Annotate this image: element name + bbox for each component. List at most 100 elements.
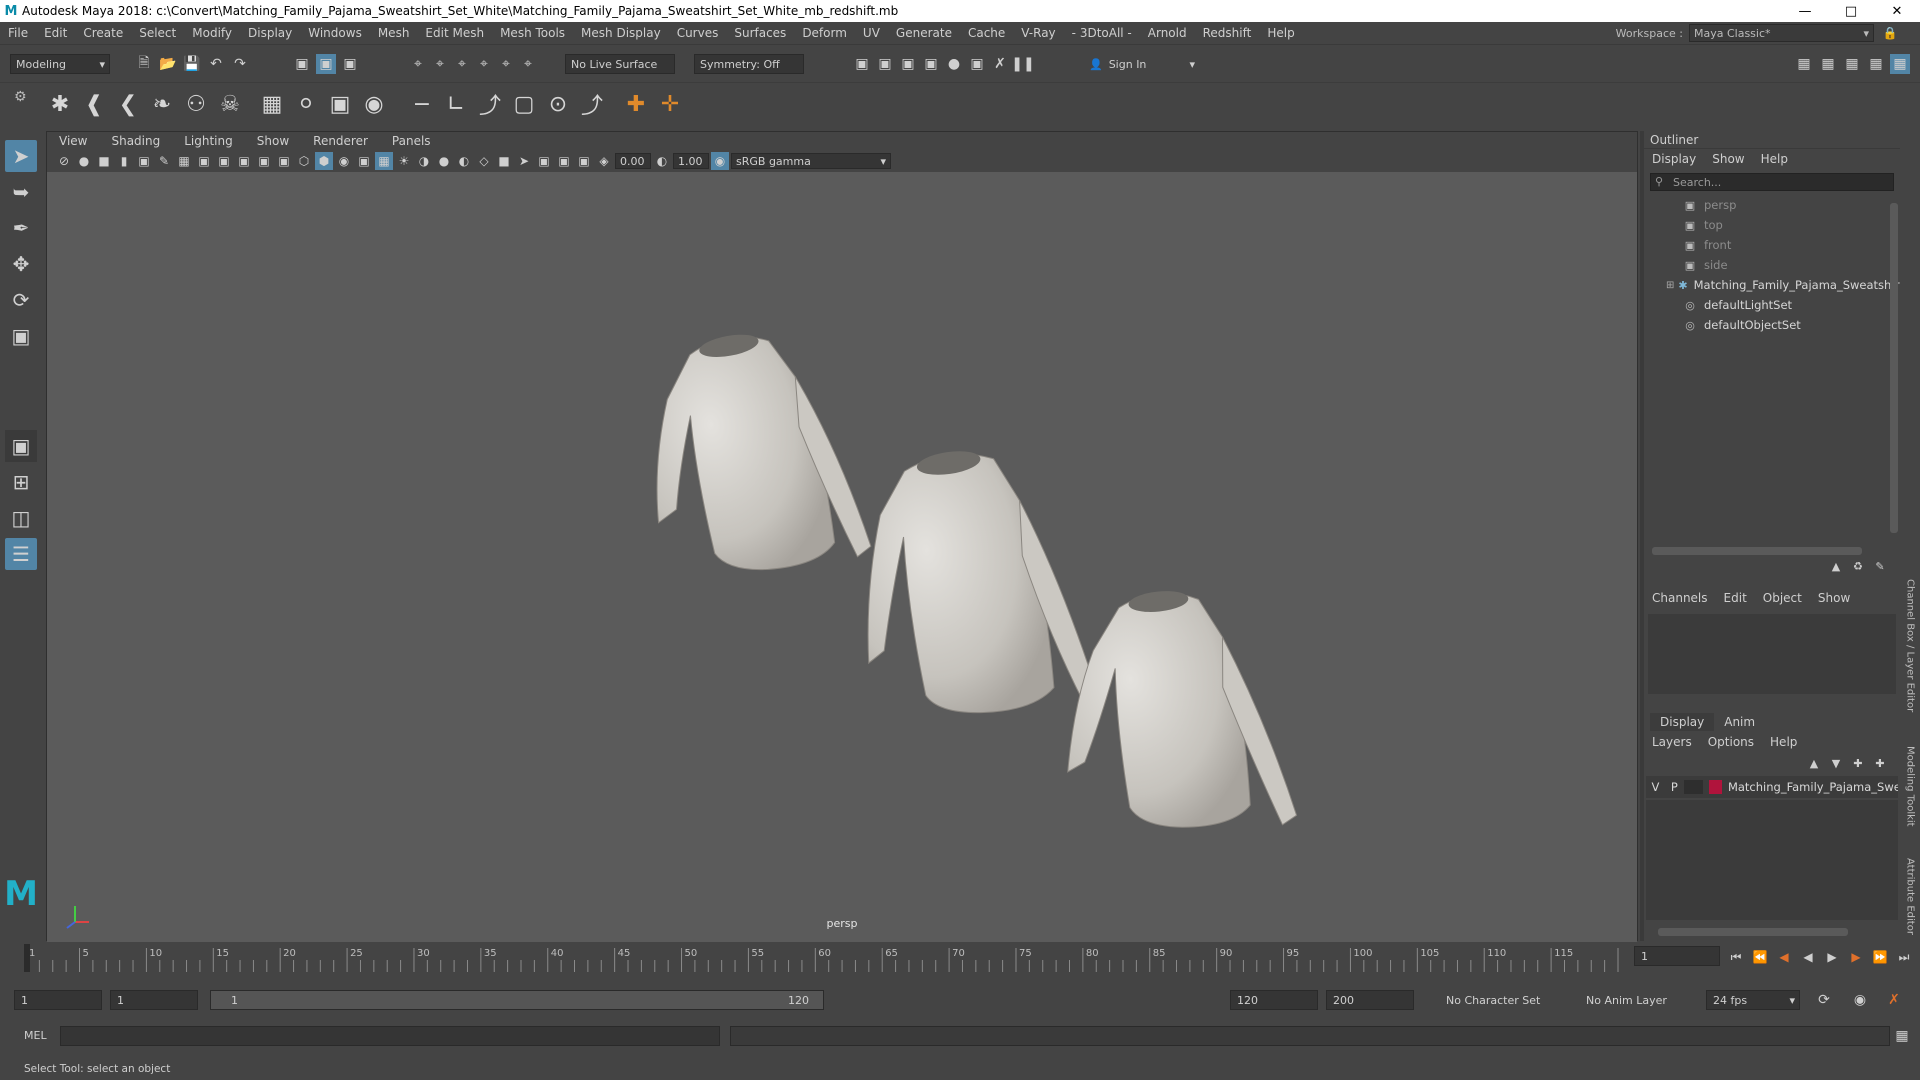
modeling-toolkit-icon[interactable]: ▦ (1794, 54, 1814, 74)
anti-aliasing-icon[interactable]: ◇ (475, 152, 493, 170)
locator-icon[interactable]: ✚ (620, 87, 652, 121)
skeleton-icon[interactable]: ☠ (214, 87, 246, 121)
layer-menu-help[interactable]: Help (1770, 735, 1797, 749)
color-space-dropdown[interactable]: sRGB gamma ▾ (731, 153, 891, 169)
camera-attributes-icon[interactable]: ● (75, 152, 93, 170)
menu-redshift[interactable]: Redshift (1195, 26, 1260, 40)
hypershade-icon[interactable]: ● (944, 54, 964, 74)
command-input[interactable] (60, 1026, 720, 1046)
paint-weights-icon[interactable]: ⚪ (290, 87, 322, 121)
workspace-dropdown[interactable]: Maya Classic* ▾ (1689, 24, 1874, 42)
layer-type-toggle[interactable] (1683, 780, 1703, 794)
outliner-item-defaultlightset[interactable]: ◎ defaultLightSet (1644, 295, 1900, 315)
layer-hscrollbar[interactable] (1658, 928, 1848, 936)
point-constraint-icon[interactable]: ⤴ (474, 87, 506, 121)
menu-deform[interactable]: Deform (794, 26, 855, 40)
step-back-key-icon[interactable]: ⏪ (1750, 946, 1770, 968)
exposure-field[interactable]: 0.00 (615, 153, 651, 169)
outliner-item-group[interactable]: ⊞ ✱ Matching_Family_Pajama_Sweatshirt_Se… (1644, 275, 1900, 295)
open-scene-icon[interactable]: 📂 (158, 54, 178, 74)
layer-tab-display[interactable]: Display (1650, 713, 1715, 731)
channel-menu-edit[interactable]: Edit (1724, 591, 1747, 605)
vp-menu-lighting[interactable]: Lighting (172, 134, 245, 148)
make-live-icon[interactable]: ⌖ (518, 54, 538, 74)
channel-menu-show[interactable]: Show (1818, 591, 1850, 605)
gate-mask-icon[interactable]: ▣ (235, 152, 253, 170)
humanik-icon[interactable]: ⚇ (180, 87, 212, 121)
character-set-dropdown[interactable]: No Character Set (1440, 990, 1560, 1010)
parent-constraint-icon[interactable]: ∟ (440, 87, 472, 121)
go-to-end-icon[interactable]: ⏭ (1894, 946, 1914, 968)
menu-edit-mesh[interactable]: Edit Mesh (417, 26, 492, 40)
color-management-icon[interactable]: ◉ (711, 152, 729, 170)
attribute-editor-icon[interactable]: ▦ (1818, 54, 1838, 74)
symmetry-dropdown[interactable]: Symmetry: Off (694, 54, 804, 74)
menu-mesh-tools[interactable]: Mesh Tools (492, 26, 573, 40)
exposure-icon[interactable]: ◈ (595, 152, 613, 170)
snap-grid-icon[interactable]: ⌖ (408, 54, 428, 74)
wireframe-on-shaded-icon[interactable]: ▦ (375, 152, 393, 170)
undo-icon[interactable]: ↶ (206, 54, 226, 74)
outliner-item-front[interactable]: ▣ front (1644, 235, 1900, 255)
go-to-start-icon[interactable]: ⏮ (1726, 946, 1746, 968)
tab-attribute-editor[interactable]: Attribute Editor (1900, 851, 1920, 941)
cluster-icon[interactable]: − (406, 87, 438, 121)
layer-menu-options[interactable]: Options (1708, 735, 1754, 749)
maximize-icon[interactable]: □ (1828, 0, 1874, 22)
redshift-render-icon[interactable]: ✗ (990, 54, 1010, 74)
loop-icon[interactable]: ⟳ (1814, 990, 1834, 1010)
render-settings-icon[interactable]: ▣ (921, 54, 941, 74)
create-joint-icon[interactable]: ❰ (78, 87, 110, 121)
select-component-icon[interactable]: ▣ (340, 54, 360, 74)
ambient-occlusion-icon[interactable]: ● (435, 152, 453, 170)
resolution-gate-icon[interactable]: ▣ (215, 152, 233, 170)
field-chart-icon[interactable]: ▣ (255, 152, 273, 170)
tab-channel-box-layer-editor[interactable]: Channel Box / Layer Editor (1900, 571, 1920, 721)
menu-3dtoall[interactable]: - 3DtoAll - (1064, 26, 1140, 40)
anim-end-field[interactable]: 120 (1230, 990, 1318, 1010)
snap-view-plane-icon[interactable]: ⌖ (496, 54, 516, 74)
snap-projected-icon[interactable]: ⌖ (474, 54, 494, 74)
new-layer-selected-icon[interactable]: ✚ (1872, 755, 1888, 771)
ik-handle-icon[interactable]: ❮ (112, 87, 144, 121)
play-backward-icon[interactable]: ◀ (1798, 946, 1818, 968)
step-back-frame-icon[interactable]: ◀ (1774, 946, 1794, 968)
wireframe-icon[interactable]: ⬡ (295, 152, 313, 170)
menu-surfaces[interactable]: Surfaces (726, 26, 794, 40)
menu-select[interactable]: Select (131, 26, 184, 40)
play-forward-icon[interactable]: ▶ (1822, 946, 1842, 968)
redo-icon[interactable]: ↷ (230, 54, 250, 74)
new-scene-icon[interactable]: 🗎 (134, 54, 154, 74)
sign-in-button[interactable]: 👤 Sign In ▾ (1084, 54, 1199, 74)
depth-of-field-icon[interactable]: ■ (495, 152, 513, 170)
orient-constraint-icon[interactable]: ▢ (508, 87, 540, 121)
select-joint-icon[interactable]: ✱ (44, 87, 76, 121)
render-sequence-icon[interactable]: ▣ (875, 54, 895, 74)
layer-row[interactable]: V P Matching_Family_Pajama_Swea (1646, 776, 1898, 798)
menu-uv[interactable]: UV (855, 26, 888, 40)
vp-menu-view[interactable]: View (47, 134, 99, 148)
scale-tool-icon[interactable]: ▣ (5, 320, 37, 352)
layer-editor-icon[interactable]: ▦ (1890, 54, 1910, 74)
end-frame-field[interactable]: 200 (1326, 990, 1414, 1010)
command-language[interactable]: MEL (24, 1029, 47, 1042)
menu-edit[interactable]: Edit (36, 26, 75, 40)
outliner-search-input[interactable]: ⚲ Search... (1650, 173, 1894, 191)
menu-mesh[interactable]: Mesh (370, 26, 418, 40)
safe-action-icon[interactable]: ▣ (275, 152, 293, 170)
textured-icon[interactable]: ▣ (355, 152, 373, 170)
sweatshirt-mesh-2[interactable] (841, 436, 1098, 730)
outliner-vscrollbar[interactable] (1890, 203, 1898, 533)
xray-joints-icon[interactable]: ▣ (555, 152, 573, 170)
sweatshirt-mesh-3[interactable] (1050, 580, 1298, 847)
layer-tab-anim[interactable]: Anim (1714, 713, 1765, 731)
snap-point-icon[interactable]: ⌖ (452, 54, 472, 74)
gamma-field[interactable]: 1.00 (673, 153, 709, 169)
bind-skin-icon[interactable]: ▦ (256, 87, 288, 121)
playback-prefs-icon[interactable]: ✗ (1884, 990, 1904, 1010)
channel-box-refresh-icon[interactable]: ♻ (1850, 558, 1866, 574)
close-icon[interactable]: ✕ (1874, 0, 1920, 22)
menu-modify[interactable]: Modify (184, 26, 240, 40)
step-forward-frame-icon[interactable]: ▶ (1846, 946, 1866, 968)
shadows-icon[interactable]: ◑ (415, 152, 433, 170)
